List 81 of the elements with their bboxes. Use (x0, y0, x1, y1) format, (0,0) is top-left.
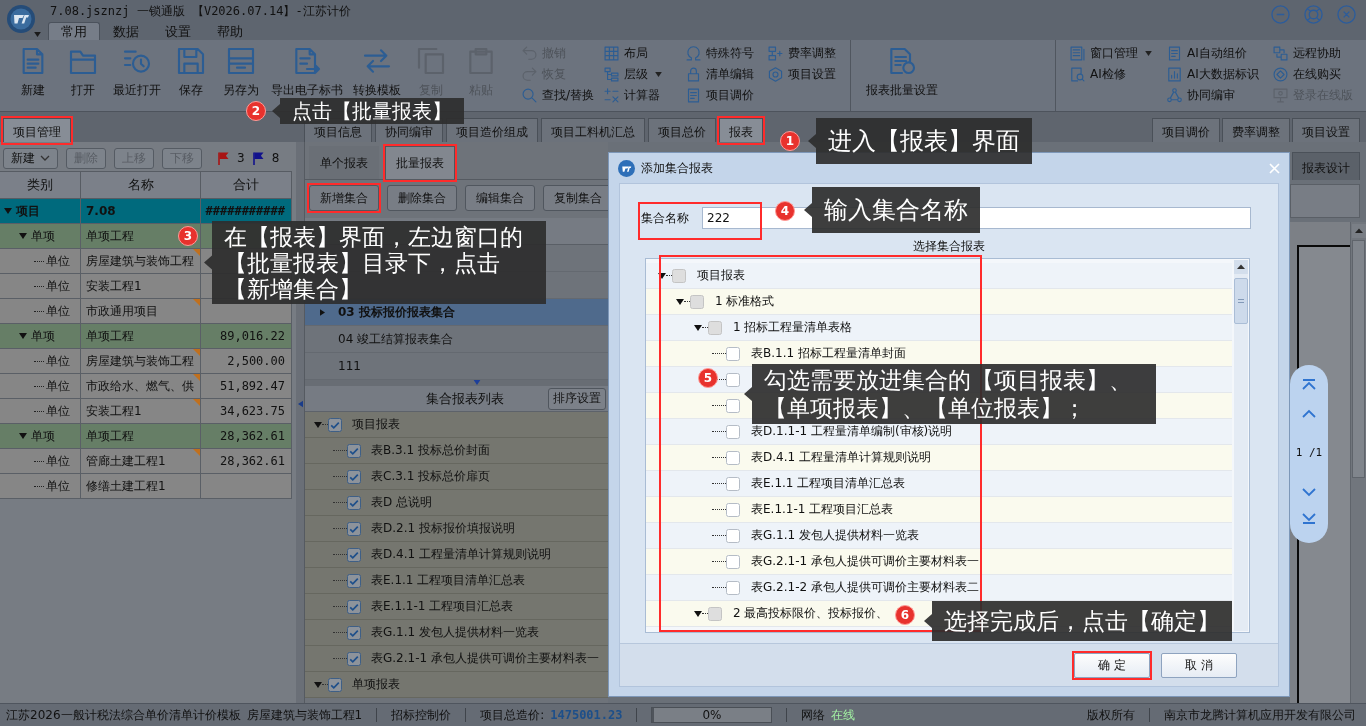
status-value: 1475001.23 (550, 708, 623, 722)
flag-count: 3 (237, 151, 245, 165)
list-title: 集合报表列表 (426, 389, 504, 408)
status-text: 版权所有 (1087, 706, 1135, 724)
table-cell: 项目 (16, 202, 40, 220)
tree-item-label: 1 标准格式 (715, 293, 775, 310)
tree-item-label: 表B.1.1 招标工程量清单封面 (751, 345, 906, 362)
table-cell: 房屋建筑与装饰工程 (86, 352, 194, 370)
table-cell: 28,362.61 (219, 429, 285, 443)
status-text: 江苏2026一般计税法综合单价清单计价模板 (6, 706, 241, 724)
table-cell: 单项 (31, 227, 55, 245)
instruction-tooltip: 点击【批量报表】 (272, 98, 464, 124)
table-cell: 单位 (46, 352, 70, 370)
list-item-label: 03 投标报价报表集合 (338, 303, 455, 321)
tree-item-label: 表G.2.1-1 承包人提供可调价主要材料表一 (751, 553, 979, 570)
tree-item-label: 表D.4.1 工程量清单计算规则说明 (371, 546, 551, 563)
table-cell: 单项工程 (86, 327, 134, 345)
table-cell: 单项工程 (86, 227, 134, 245)
table-cell: 28,362.61 (219, 454, 285, 468)
progress-text: 0% (702, 708, 722, 722)
instruction-tooltip: 勾选需要放进集合的【项目报表】、【单项报表】、【单位报表】； (744, 364, 1156, 424)
tree-item-label: 表D.2.1 投标报价填报说明 (371, 520, 515, 537)
status-text: 南京市龙腾计算机应用开发有限公司 (1164, 706, 1356, 724)
tree-item-label: 表G.2.1-2 承包人提供可调价主要材料表二 (751, 579, 979, 596)
table-cell: 修缮土建工程1 (86, 477, 166, 495)
status-label: 网络 (801, 706, 826, 724)
table-cell: 安装工程1 (86, 277, 142, 295)
table-cell: 单项 (31, 427, 55, 445)
table-cell: 安装工程1 (86, 402, 142, 420)
table-cell: 房屋建筑与装饰工程 (86, 252, 194, 270)
table-cell: 34,623.75 (219, 404, 285, 418)
status-label: 项目总造价: (480, 706, 545, 724)
table-cell: 单项工程 (86, 427, 134, 445)
table-cell: 51,892.47 (219, 379, 285, 393)
instruction-tooltip: 进入【报表】界面 (808, 118, 1032, 164)
field-label: 集合名称 (641, 209, 689, 227)
tree-item-label: 单项报表 (352, 676, 400, 693)
table-cell: 单位 (46, 377, 70, 395)
status-text: 招标控制价 (391, 706, 452, 724)
instruction-tooltip: 在【报表】界面，左边窗口的【批量报表】目录下，点击【新增集合】 (204, 221, 546, 304)
table-cell: 单位 (46, 302, 70, 320)
tree-item-label: 2 最高投标限价、投标报价、 (733, 605, 889, 622)
tree-item-label: 表G.1.1 发包人提供材料一览表 (371, 624, 539, 641)
window-title: 7.08.jsznzj 一锁通版 【V2026.07.14】-江苏计价 (50, 2, 351, 20)
instruction-tooltip: 选择完成后，点击【确定】 (924, 601, 1232, 641)
dialog-title: 添加集合报表 (641, 159, 713, 177)
tree-item-label: 表E.1.1-1 工程项目汇总表 (371, 598, 514, 615)
table-cell: 7.08 (86, 204, 116, 218)
instruction-tooltip: 输入集合名称 (804, 187, 980, 233)
tree-item-label: 表D.4.1 工程量清单计算规则说明 (751, 449, 931, 466)
table-cell: 市政给水、燃气、供 (86, 377, 194, 395)
tree-item-label: 表E.1.1-1 工程项目汇总表 (751, 501, 894, 518)
tree-item-label: 表C.3.1 投标总价扉页 (371, 468, 491, 485)
tree-item-label: 表G.1.1 发包人提供材料一览表 (751, 527, 919, 544)
table-cell: 单位 (46, 402, 70, 420)
table-cell: 单位 (46, 452, 70, 470)
tree-item-label: 1 招标工程量清单表格 (733, 319, 853, 336)
table-cell: 单位 (46, 277, 70, 295)
table-cell: 单位 (46, 477, 70, 495)
section-label: 选择集合报表 (913, 238, 985, 254)
tree-item-label: 表D 总说明 (371, 494, 433, 511)
tree-item-label: 项目报表 (697, 267, 745, 284)
table-cell: 单项 (31, 327, 55, 345)
tree-item-label: 表E.1.1 工程项目清单汇总表 (751, 475, 906, 492)
table-cell: ########### (205, 204, 285, 218)
tree-item-label: 表D.1.1-1 工程量清单编制(审核)说明 (751, 423, 953, 440)
status-text: 房屋建筑与装饰工程1 (246, 706, 363, 724)
tree-item-label: 项目报表 (352, 416, 400, 433)
table-cell: 市政通用项目 (86, 302, 158, 320)
table-cell: 89,016.22 (219, 329, 285, 343)
page-indicator: 1 /1 (1295, 446, 1323, 460)
tree-item-label: 表G.2.1-1 承包人提供可调价主要材料表一 (371, 650, 599, 667)
flag-count: 8 (271, 151, 280, 165)
table-cell: 2,500.00 (227, 354, 285, 368)
table-cell: 管廊土建工程1 (86, 452, 166, 470)
tree-item-label: 表E.1.1 工程项目清单汇总表 (371, 572, 526, 589)
list-item-label: 04 竣工结算报表集合 (338, 330, 454, 348)
tree-item-label: 表B.3.1 投标总价封面 (371, 442, 490, 459)
table-cell: 单位 (46, 252, 70, 270)
list-item-label: 111 (338, 359, 361, 373)
network-status: 在线 (831, 706, 856, 724)
